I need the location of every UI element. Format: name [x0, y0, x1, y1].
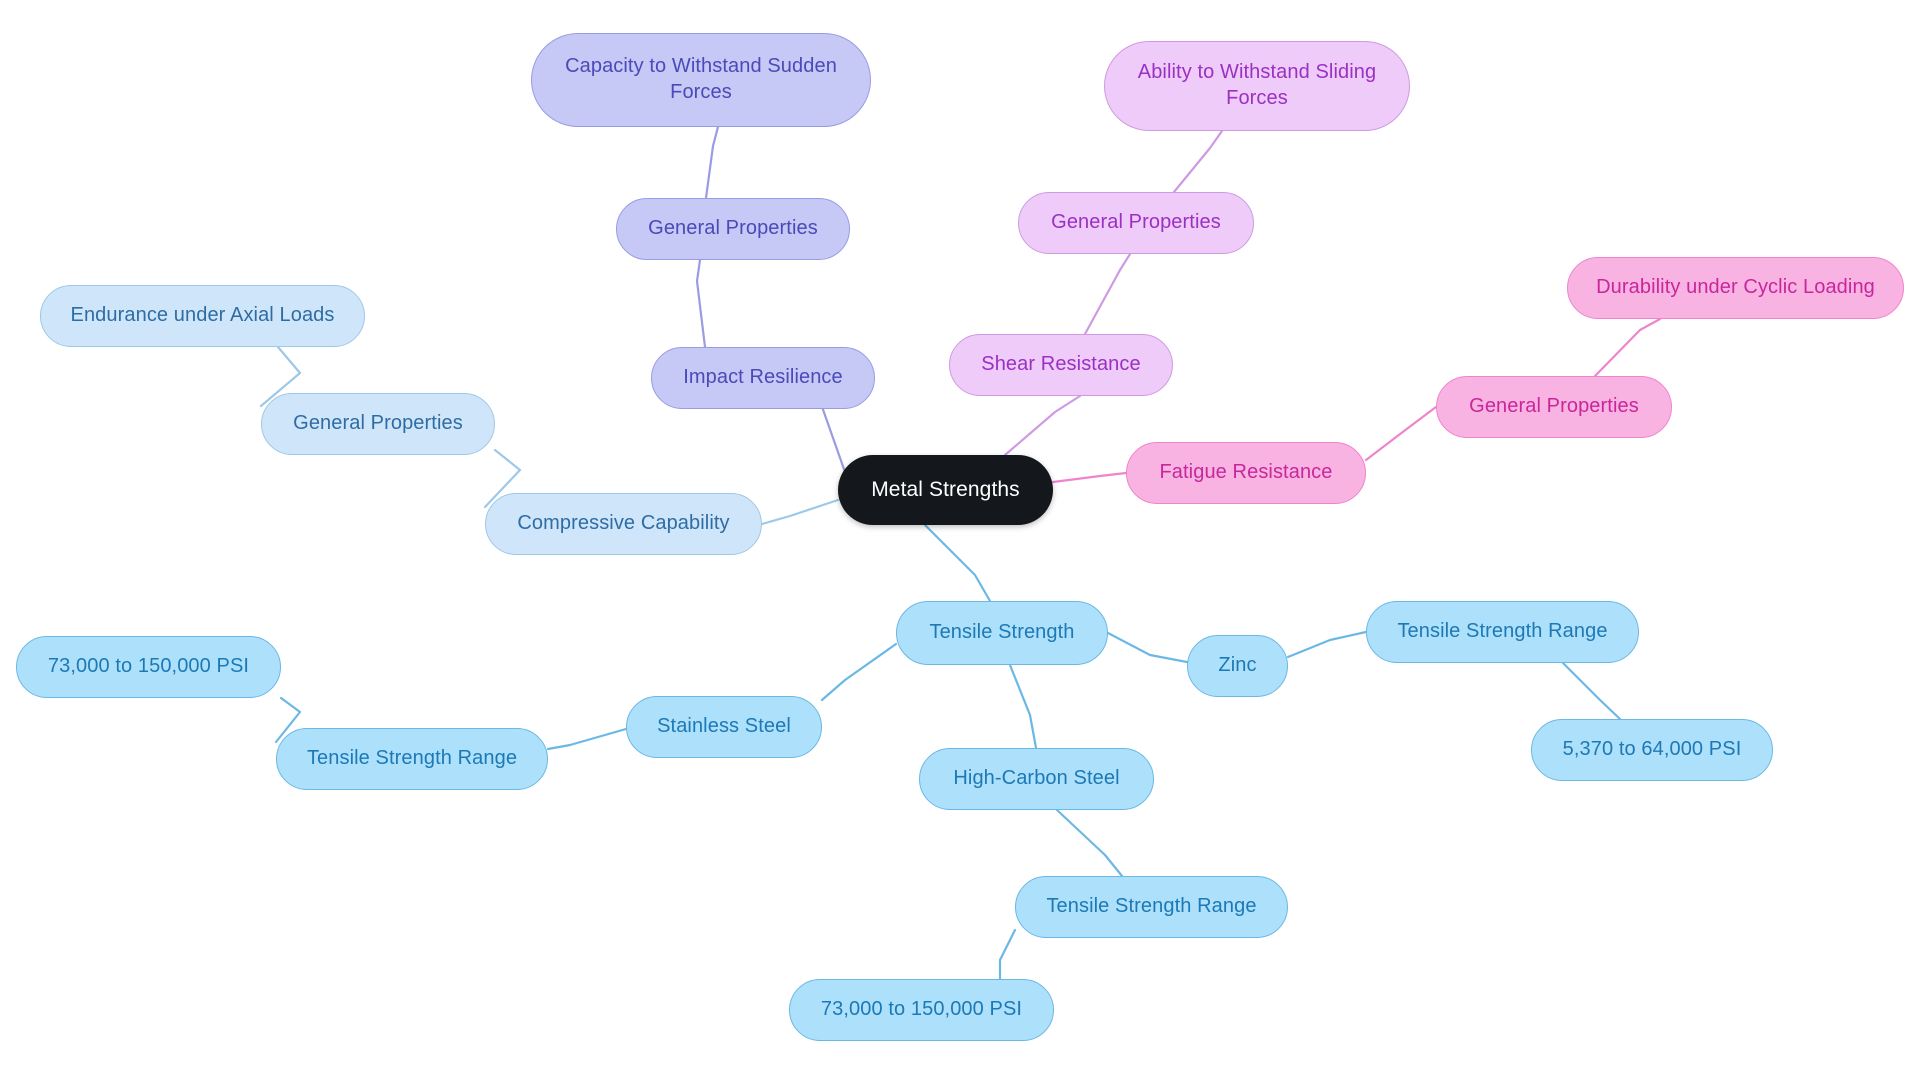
edge-general-capacity	[704, 125, 720, 200]
mindmap-node-fatigue-general-properties[interactable]: General Properties	[1436, 376, 1672, 438]
mindmap-node-durability-cyclic-loading[interactable]: Durability under Cyclic Loading	[1567, 257, 1904, 319]
mindmap-node-compressive-capability[interactable]: Compressive Capability	[485, 493, 762, 555]
mindmap-node-ability-sliding-forces[interactable]: Ability to Withstand Sliding Forces	[1104, 41, 1410, 131]
mindmap-node-high-carbon-steel[interactable]: High-Carbon Steel	[919, 748, 1154, 810]
mindmap-node-compressive-general-properties[interactable]: General Properties	[261, 393, 495, 455]
edge-tensile-stainless	[820, 642, 898, 702]
mindmap-node-tensile-strength[interactable]: Tensile Strength	[896, 601, 1108, 665]
edge-root-tensile	[923, 523, 992, 603]
edge-range-highcarbon-psi	[998, 928, 1017, 981]
edge-general-ability	[1172, 129, 1224, 194]
edge-fatigue-general	[1364, 405, 1438, 462]
mindmap-node-root[interactable]: Metal Strengths	[838, 455, 1053, 525]
edge-tensile-zinc	[1106, 631, 1189, 664]
edge-general-durability	[1593, 317, 1662, 378]
mindmap-node-capacity-sudden-forces[interactable]: Capacity to Withstand Sudden Forces	[531, 33, 871, 127]
mindmap-node-impact-resilience[interactable]: Impact Resilience	[651, 347, 875, 409]
edge-tensile-highcarbon	[1008, 663, 1038, 750]
mindmap-node-zinc-tensile-range[interactable]: Tensile Strength Range	[1366, 601, 1639, 663]
mindmap-node-stainless-tensile-range[interactable]: Tensile Strength Range	[276, 728, 548, 790]
mindmap-node-high-carbon-tensile-range[interactable]: Tensile Strength Range	[1015, 876, 1288, 938]
mindmap-node-stainless-steel[interactable]: Stainless Steel	[626, 696, 822, 758]
mindmap-node-shear-general-properties[interactable]: General Properties	[1018, 192, 1254, 254]
mindmap-node-endurance-axial-loads[interactable]: Endurance under Axial Loads	[40, 285, 365, 347]
edge-root-fatigue	[1051, 471, 1128, 484]
edge-layer	[259, 125, 1662, 981]
mindmap-node-shear-resistance[interactable]: Shear Resistance	[949, 334, 1173, 396]
mindmap-node-impact-general-properties[interactable]: General Properties	[616, 198, 850, 260]
edge-root-shear	[1003, 394, 1082, 457]
edge-stainless-range	[546, 727, 628, 751]
mindmap-node-zinc-psi[interactable]: 5,370 to 64,000 PSI	[1531, 719, 1773, 781]
edge-range-zinc-psi	[1561, 661, 1622, 721]
mindmap-node-fatigue-resistance[interactable]: Fatigue Resistance	[1126, 442, 1366, 504]
edge-root-compressive	[760, 498, 840, 526]
mindmap-canvas: Metal Strengths Impact Resilience General …	[0, 0, 1920, 1083]
mindmap-node-stainless-psi[interactable]: 73,000 to 150,000 PSI	[16, 636, 281, 698]
mindmap-node-zinc[interactable]: Zinc	[1187, 635, 1288, 697]
mindmap-node-high-carbon-psi[interactable]: 73,000 to 150,000 PSI	[789, 979, 1054, 1041]
edge-shear-general	[1083, 252, 1132, 336]
edge-highcarbon-range	[1055, 808, 1124, 878]
edge-impact-general	[695, 258, 707, 349]
edge-zinc-range	[1286, 630, 1368, 659]
